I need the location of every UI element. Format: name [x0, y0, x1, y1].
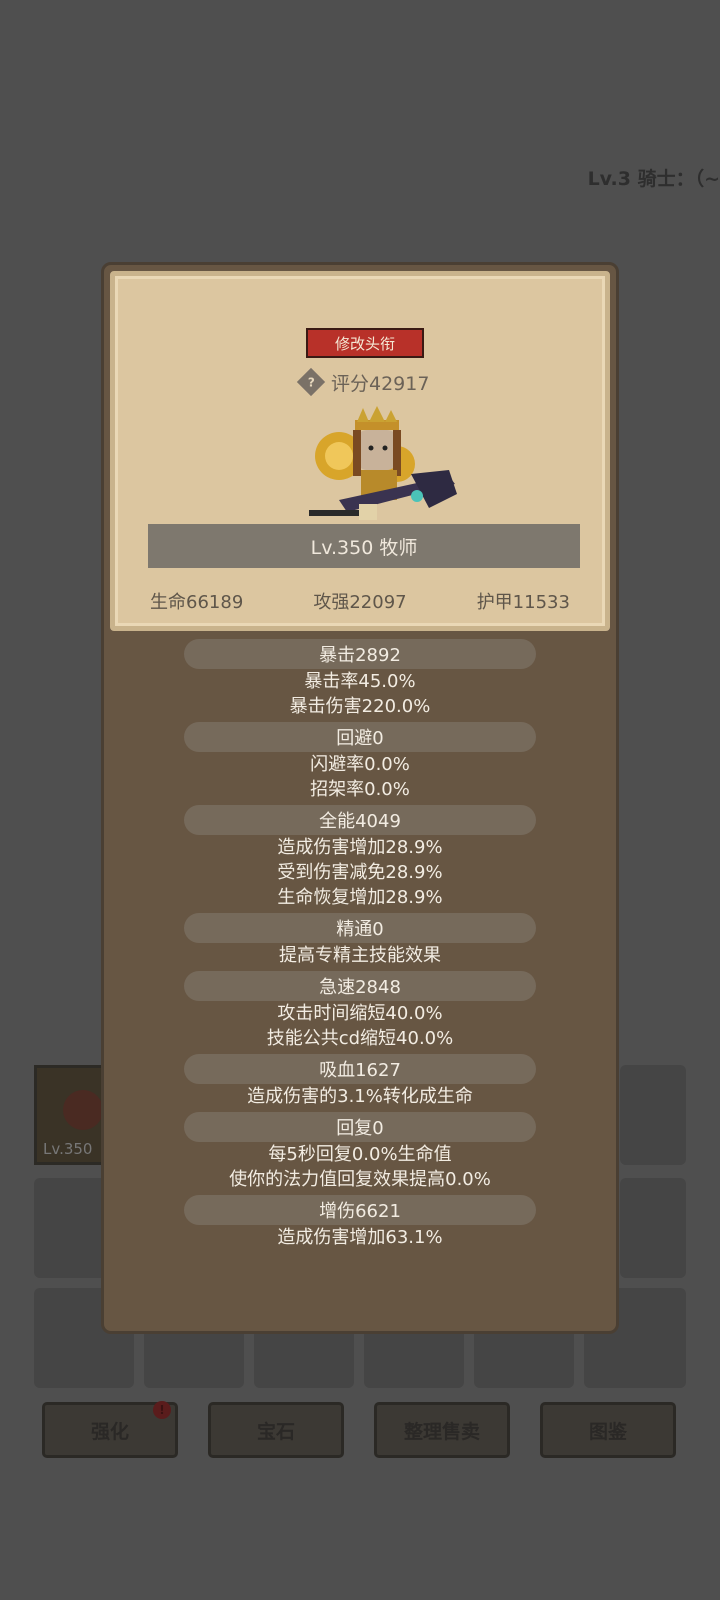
base-stats: 生命66189 攻强22097 护甲11533	[115, 588, 605, 614]
gem-icon	[63, 1090, 103, 1130]
equipment-level: Lv.350	[43, 1140, 93, 1158]
attribute-list: 暴击2892 暴击率45.0% 暴击伤害220.0% 回避0 闪避率0.0% 招…	[104, 639, 616, 1250]
attribute-detail: 生命恢复增加28.9%	[277, 887, 443, 908]
attribute-detail: 造成伤害增加63.1%	[277, 1227, 443, 1248]
change-title-button[interactable]: 修改头衔	[306, 328, 424, 358]
sort-sell-button[interactable]: 整理售卖	[374, 1402, 510, 1458]
attribute-detail: 造成伤害增加28.9%	[277, 837, 443, 858]
hp-stat: 生命66189	[150, 592, 244, 613]
notification-badge-icon: !	[153, 1401, 171, 1419]
name-level-bar: Lv.350 牧师	[148, 524, 580, 568]
attribute-detail: 使你的法力值回复效果提高0.0%	[229, 1169, 491, 1190]
attribute-detail: 造成伤害的3.1%转化成生命	[247, 1086, 473, 1107]
character-stats-modal: 修改头衔 ? 评分42917 Lv.350 牧师 生命66189 攻强22097…	[101, 262, 619, 1334]
gem-button-label: 宝石	[256, 1420, 295, 1443]
background-header: Lv.3 骑士：（~	[587, 168, 720, 190]
help-icon[interactable]: ?	[296, 367, 326, 397]
name-level-text: Lv.350 牧师	[310, 536, 418, 559]
attribute-detail: 闪避率0.0%	[310, 754, 410, 775]
attribute-header: 精通0	[184, 913, 536, 943]
attribute-detail: 攻击时间缩短40.0%	[277, 1003, 443, 1024]
attribute-detail: 受到伤害减免28.9%	[277, 862, 443, 883]
character-card: 修改头衔 ? 评分42917 Lv.350 牧师 生命66189 攻强22097…	[110, 271, 610, 631]
score-text: 评分42917	[331, 372, 430, 395]
attribute-detail: 暴击率45.0%	[304, 671, 416, 692]
enhance-button[interactable]: 强化 !	[42, 1401, 178, 1458]
enhance-button-label: 强化	[90, 1420, 129, 1443]
attribute-header: 吸血1627	[184, 1054, 536, 1084]
change-title-label: 修改头衔	[334, 334, 395, 353]
attribute-detail: 提高专精主技能效果	[279, 945, 441, 966]
attribute-header: 暴击2892	[184, 639, 536, 669]
inventory-cell[interactable]	[620, 1065, 686, 1165]
attribute-header: 回复0	[184, 1112, 536, 1142]
attribute-header: 全能4049	[184, 805, 536, 835]
attribute-detail: 技能公共cd缩短40.0%	[266, 1028, 454, 1049]
attribute-header: 急速2848	[184, 971, 536, 1001]
gem-button[interactable]: 宝石	[208, 1402, 344, 1458]
character-avatar	[309, 406, 457, 520]
attribute-header: 增伤6621	[184, 1195, 536, 1225]
attribute-detail: 招架率0.0%	[310, 779, 410, 800]
attack-stat: 攻强22097	[313, 592, 407, 613]
attribute-detail: 每5秒回复0.0%生命值	[268, 1144, 452, 1165]
codex-button-label: 图鉴	[588, 1420, 627, 1443]
codex-button[interactable]: 图鉴	[540, 1402, 676, 1458]
score-row: ? 评分42917	[296, 367, 430, 397]
attribute-detail: 暴击伤害220.0%	[289, 696, 431, 717]
sort-sell-button-label: 整理售卖	[403, 1420, 480, 1443]
armor-stat: 护甲11533	[476, 592, 570, 613]
inventory-cell[interactable]	[620, 1178, 686, 1278]
attribute-header: 回避0	[184, 722, 536, 752]
